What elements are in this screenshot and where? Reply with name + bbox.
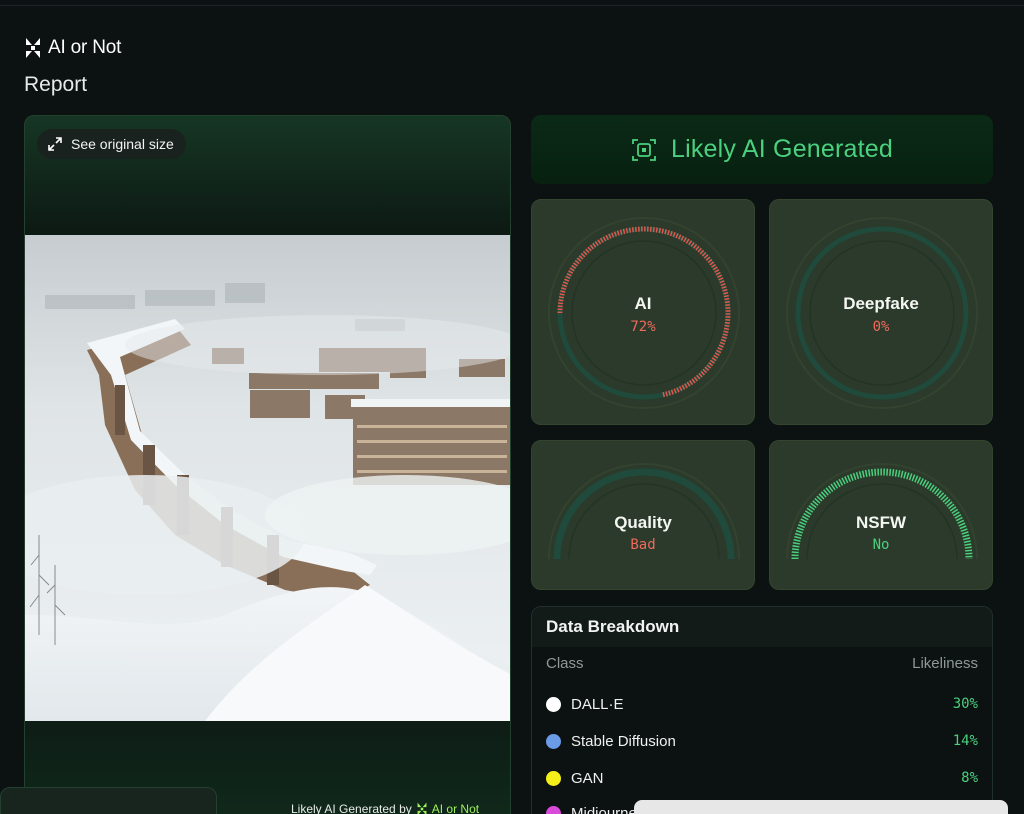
deepfake-gauge-label: Deepfake xyxy=(843,294,919,313)
data-breakdown-panel: Data Breakdown Class Likeliness DALL·E 3… xyxy=(531,606,993,814)
nsfw-gauge-value: No xyxy=(872,537,890,553)
overlay-popup-bar[interactable] xyxy=(634,800,1008,814)
quality-gauge-value: Bad xyxy=(630,537,656,553)
ai-gauge-label: AI xyxy=(634,294,652,313)
class-color-dot xyxy=(546,770,561,786)
verdict-banner: Likely AI Generated xyxy=(531,115,993,184)
top-divider xyxy=(0,5,1024,6)
breakdown-row-stable-diffusion: Stable Diffusion 14% xyxy=(546,731,978,751)
watermark-brand: AI or Not xyxy=(431,802,480,814)
column-class: Class xyxy=(546,655,584,672)
brand[interactable]: AI or Not xyxy=(24,37,121,59)
class-name: GAN xyxy=(571,769,604,787)
class-likeliness: 30% xyxy=(952,696,978,712)
ai-or-not-logo-icon xyxy=(26,38,40,58)
see-original-size-button[interactable]: See original size xyxy=(37,129,186,159)
analyzed-photo[interactable] xyxy=(25,235,511,721)
watermark: Likely AI Generated by AI or Not xyxy=(291,802,479,814)
nsfw-gauge-label: NSFW xyxy=(855,513,907,532)
image-panel: See original size Likely AI Generated by… xyxy=(24,115,511,814)
quality-gauge-card: Quality Bad xyxy=(531,440,755,590)
breakdown-row-dalle: DALL·E 30% xyxy=(546,694,978,714)
see-original-size-label: See original size xyxy=(71,136,174,152)
class-name: DALL·E xyxy=(571,695,624,713)
verdict-text: Likely AI Generated xyxy=(671,135,893,163)
class-color-dot xyxy=(546,696,561,712)
data-breakdown-header: Class Likeliness xyxy=(532,647,992,672)
page-title: Report xyxy=(24,73,88,96)
watermark-prefix: Likely AI Generated by xyxy=(291,802,412,814)
column-likeliness: Likeliness xyxy=(912,655,978,672)
ai-gauge-value: 72% xyxy=(630,319,656,335)
ai-or-not-logo-icon xyxy=(417,802,427,814)
data-breakdown-title: Data Breakdown xyxy=(532,607,992,647)
class-color-dot xyxy=(546,733,561,749)
deepfake-gauge-card: Deepfake 0% xyxy=(769,199,993,425)
bottom-panel-tab[interactable] xyxy=(0,787,217,814)
class-likeliness: 14% xyxy=(952,733,978,749)
ai-chip-icon xyxy=(632,138,656,161)
breakdown-row-gan: GAN 8% xyxy=(546,768,978,788)
ai-gauge-card: AI 72% xyxy=(531,199,755,425)
quality-gauge-label: Quality xyxy=(614,513,672,532)
class-color-dot xyxy=(546,805,561,814)
deepfake-gauge-value: 0% xyxy=(872,319,890,335)
nsfw-gauge-card: NSFW No xyxy=(769,440,993,590)
expand-icon xyxy=(48,137,62,151)
brand-name: AI or Not xyxy=(48,37,122,58)
class-likeliness: 8% xyxy=(961,770,978,786)
class-name: Stable Diffusion xyxy=(571,732,676,750)
